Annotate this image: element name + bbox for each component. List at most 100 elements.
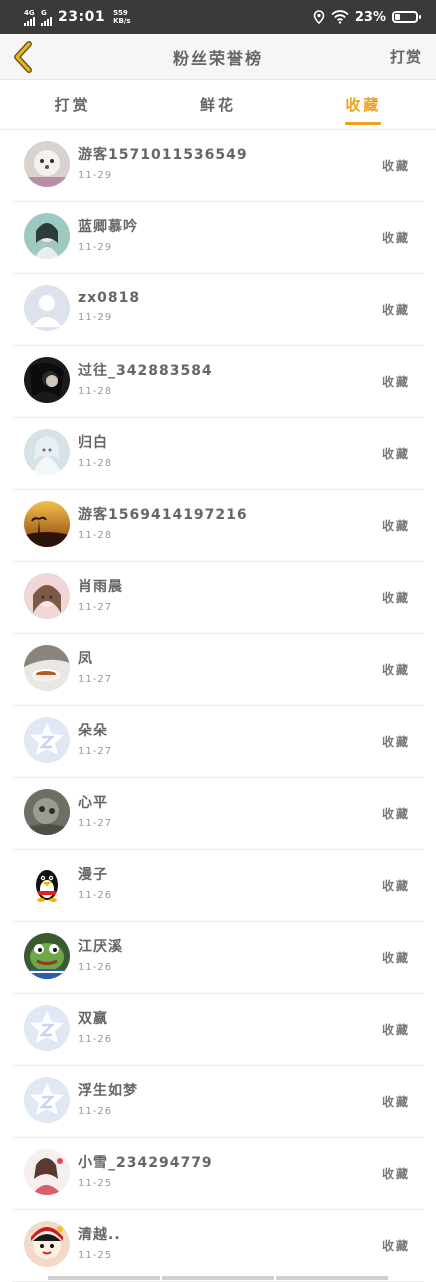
avatar[interactable]: [24, 644, 70, 691]
action-label: 收藏: [381, 663, 410, 677]
avatar[interactable]: [24, 428, 70, 475]
date: 11-29: [78, 169, 113, 181]
avatar[interactable]: [24, 356, 70, 403]
date: 11-28: [78, 529, 113, 541]
avatar[interactable]: [24, 1076, 70, 1123]
nav-bar: 粉丝荣誉榜 打赏: [0, 34, 436, 80]
battery-level: [395, 14, 400, 20]
network-type: 4G: [24, 8, 35, 17]
avatar-image: [24, 860, 70, 907]
list-item[interactable]: 归白 11-28 收藏: [0, 418, 436, 490]
date: 11-27: [78, 745, 113, 757]
action-label: 收藏: [381, 1239, 410, 1253]
signal-icon: [24, 16, 35, 26]
avatar[interactable]: [24, 500, 70, 547]
fan-list: 游客1571011536549 11-29 收藏 蓝卿慕吟 11-29 收藏 zx0818 1…: [0, 130, 436, 1282]
action-label: 收藏: [381, 591, 410, 605]
avatar[interactable]: [24, 572, 70, 619]
list-item[interactable]: 双嬴 11-26 收藏: [0, 994, 436, 1066]
avatar[interactable]: [24, 1004, 70, 1051]
avatar-image: [24, 1220, 70, 1267]
list-item[interactable]: zx0818 11-29 收藏: [0, 274, 436, 346]
action-label: 收藏: [381, 1167, 410, 1181]
list-item[interactable]: 游客1571011536549 11-29 收藏: [0, 130, 436, 202]
battery-percent: 23%: [354, 9, 386, 25]
clock: 23:01: [58, 9, 106, 25]
user-info: 过往_342883584 11-28: [78, 360, 213, 397]
tab-tip[interactable]: 打赏: [0, 80, 145, 129]
avatar[interactable]: [24, 140, 70, 187]
date: 11-25: [78, 1177, 113, 1189]
signal-g: G: [41, 9, 52, 26]
avatar[interactable]: [24, 716, 70, 763]
username: 肖雨晨: [78, 578, 123, 595]
page-title: 粉丝荣誉榜: [172, 48, 263, 68]
list-item[interactable]: 游客1569414197216 11-28 收藏: [0, 490, 436, 562]
user-info: 游客1569414197216 11-28: [78, 504, 248, 541]
status-left: 4G G 23:01 559 KB/s: [24, 9, 131, 26]
action-label: 收藏: [381, 1095, 410, 1109]
list-item[interactable]: 朵朵 11-27 收藏: [0, 706, 436, 778]
list-item[interactable]: 漫子 11-26 收藏: [0, 850, 436, 922]
avatar[interactable]: [24, 212, 70, 259]
list-item[interactable]: 过往_342883584 11-28 收藏: [0, 346, 436, 418]
date: 11-26: [78, 1105, 113, 1117]
action-label: 收藏: [381, 1023, 410, 1037]
avatar-image: [24, 572, 70, 619]
action-label: 收藏: [381, 159, 410, 173]
user-info: 清越.. 11-25: [78, 1224, 121, 1261]
user-info: 心平 11-27: [78, 792, 112, 829]
date: 11-28: [78, 457, 113, 469]
avatar[interactable]: [24, 1220, 70, 1267]
username: 漫子: [78, 866, 108, 883]
user-info: 小雪_234294779 11-25: [78, 1152, 213, 1189]
avatar[interactable]: [24, 1148, 70, 1195]
avatar-image: [24, 788, 70, 835]
avatar-image: [24, 284, 70, 331]
user-info: 归白 11-28: [78, 432, 112, 469]
username: 过往_342883584: [78, 362, 213, 379]
list-item[interactable]: 肖雨晨 11-27 收藏: [0, 562, 436, 634]
tip-button[interactable]: 打赏: [390, 46, 422, 67]
avatar-image: [24, 356, 70, 403]
avatar[interactable]: [24, 284, 70, 331]
avatar-image: [24, 644, 70, 691]
action-label: 收藏: [381, 951, 410, 965]
list-item[interactable]: 小雪_234294779 11-25 收藏: [0, 1138, 436, 1210]
list-item[interactable]: 清越.. 11-25 收藏: [0, 1210, 436, 1282]
list-item[interactable]: 江厌溪 11-26 收藏: [0, 922, 436, 994]
list-item[interactable]: 凤 11-27 收藏: [0, 634, 436, 706]
avatar[interactable]: [24, 932, 70, 979]
username: 江厌溪: [78, 938, 123, 955]
network-type-2: G: [41, 8, 47, 17]
back-button[interactable]: [10, 40, 36, 74]
action-label: 收藏: [381, 807, 410, 821]
avatar[interactable]: [24, 860, 70, 907]
action-label: 收藏: [381, 447, 410, 461]
speed-value: 559: [113, 9, 128, 17]
user-info: 游客1571011536549 11-29: [78, 144, 248, 181]
date: 11-29: [78, 311, 113, 323]
avatar[interactable]: [24, 788, 70, 835]
action-label: 收藏: [381, 375, 410, 389]
user-info: zx0818 11-29: [78, 290, 140, 323]
back-arrow-icon: [14, 41, 32, 73]
tab-favorites[interactable]: 收藏: [291, 80, 436, 129]
user-info: 浮生如梦 11-26: [78, 1080, 138, 1117]
tab-flowers[interactable]: 鲜花: [145, 80, 290, 129]
list-item[interactable]: 蓝卿慕吟 11-29 收藏: [0, 202, 436, 274]
user-info: 双嬴 11-26: [78, 1008, 112, 1045]
tab-bar: 打赏 鲜花 收藏: [0, 80, 436, 130]
username: 浮生如梦: [78, 1082, 138, 1099]
username: 游客1569414197216: [78, 506, 248, 523]
action-label: 收藏: [381, 879, 410, 893]
username: 心平: [78, 794, 108, 811]
list-item[interactable]: 心平 11-27 收藏: [0, 778, 436, 850]
username: 归白: [78, 434, 108, 451]
signal-icon-2: [41, 16, 52, 26]
list-item[interactable]: 浮生如梦 11-26 收藏: [0, 1066, 436, 1138]
avatar-image: [24, 1148, 70, 1195]
date: 11-26: [78, 1033, 113, 1045]
username: 凤: [78, 650, 93, 667]
battery-icon: [392, 11, 421, 23]
